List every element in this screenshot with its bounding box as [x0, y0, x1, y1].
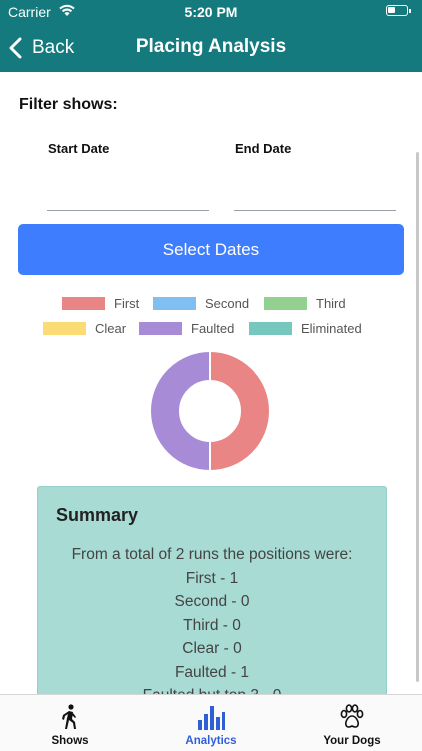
start-date-input[interactable]: [47, 172, 209, 211]
end-date-input[interactable]: [234, 172, 396, 211]
legend-label: Second: [205, 295, 250, 311]
clock: 5:20 PM: [184, 4, 238, 20]
legend-label: Faulted: [191, 320, 235, 336]
end-date-label: End Date: [235, 141, 292, 156]
summary-line: First - 1: [185, 569, 239, 587]
start-date-label: Start Date: [48, 141, 110, 156]
summary-line: Second - 0: [174, 593, 250, 610]
legend-item-first[interactable]: First: [62, 295, 139, 311]
placing-donut-chart: [149, 349, 271, 473]
summary-heading: Summary: [56, 505, 139, 525]
tab-your-dogs[interactable]: Your Dogs: [282, 695, 422, 751]
legend-label: Eliminated: [301, 320, 362, 336]
summary-card: Summary From a total of 2 runs the posit…: [37, 486, 387, 694]
legend-swatch: [249, 321, 292, 335]
summary-line: Clear - 0: [182, 640, 242, 657]
summary-line: Faulted - 1: [174, 663, 250, 681]
summary-line: From a total of 2 runs the positions wer…: [71, 546, 353, 563]
donut-slice-faulted: [149, 349, 211, 473]
nav-bar: Back Placing Analysis: [0, 24, 422, 72]
tab-analytics[interactable]: Analytics: [141, 695, 281, 751]
legend-swatch: [139, 321, 182, 335]
legend-label: First: [114, 295, 140, 311]
bar-chart-icon: [198, 706, 225, 730]
legend-item-third[interactable]: Third: [264, 295, 346, 311]
donut-slice-first: [209, 349, 271, 473]
tab-label: Shows: [51, 735, 89, 747]
legend-swatch: [43, 321, 86, 335]
summary-line: Faulted but top 3 - 0: [38, 684, 386, 694]
tab-bar: Shows Analytics Your Dogs: [0, 694, 422, 751]
tab-label: Analytics: [185, 735, 237, 747]
legend-item-eliminated[interactable]: Eliminated: [249, 320, 362, 336]
legend-swatch: [264, 296, 307, 310]
legend-label: Third: [316, 295, 346, 311]
legend-item-faulted[interactable]: Faulted: [139, 320, 234, 336]
legend-item-second[interactable]: Second: [153, 295, 249, 311]
summary-lines: From a total of 2 runs the positions wer…: [38, 543, 386, 694]
paw-icon: [340, 704, 364, 728]
legend-swatch: [62, 296, 105, 310]
battery-icon: [386, 5, 411, 16]
legend-item-clear[interactable]: Clear: [43, 320, 126, 336]
tab-label: Your Dogs: [323, 735, 381, 747]
status-bar: Carrier 5:20 PM: [0, 0, 422, 24]
legend-label: Clear: [95, 320, 127, 336]
filter-heading: Filter shows:: [19, 96, 118, 113]
select-dates-button[interactable]: Select Dates: [18, 224, 404, 275]
walking-person-icon: [62, 704, 76, 729]
scroll-content[interactable]: Filter shows: Start Date End Date Select…: [0, 72, 422, 694]
scrollbar[interactable]: [416, 152, 419, 682]
summary-line: Third - 0: [183, 616, 241, 634]
legend-swatch: [153, 296, 196, 310]
tab-shows[interactable]: Shows: [0, 695, 140, 751]
page-title: Placing Analysis: [135, 36, 287, 57]
header-bar: Carrier 5:20 PM Back Placing Analysis: [0, 0, 422, 72]
